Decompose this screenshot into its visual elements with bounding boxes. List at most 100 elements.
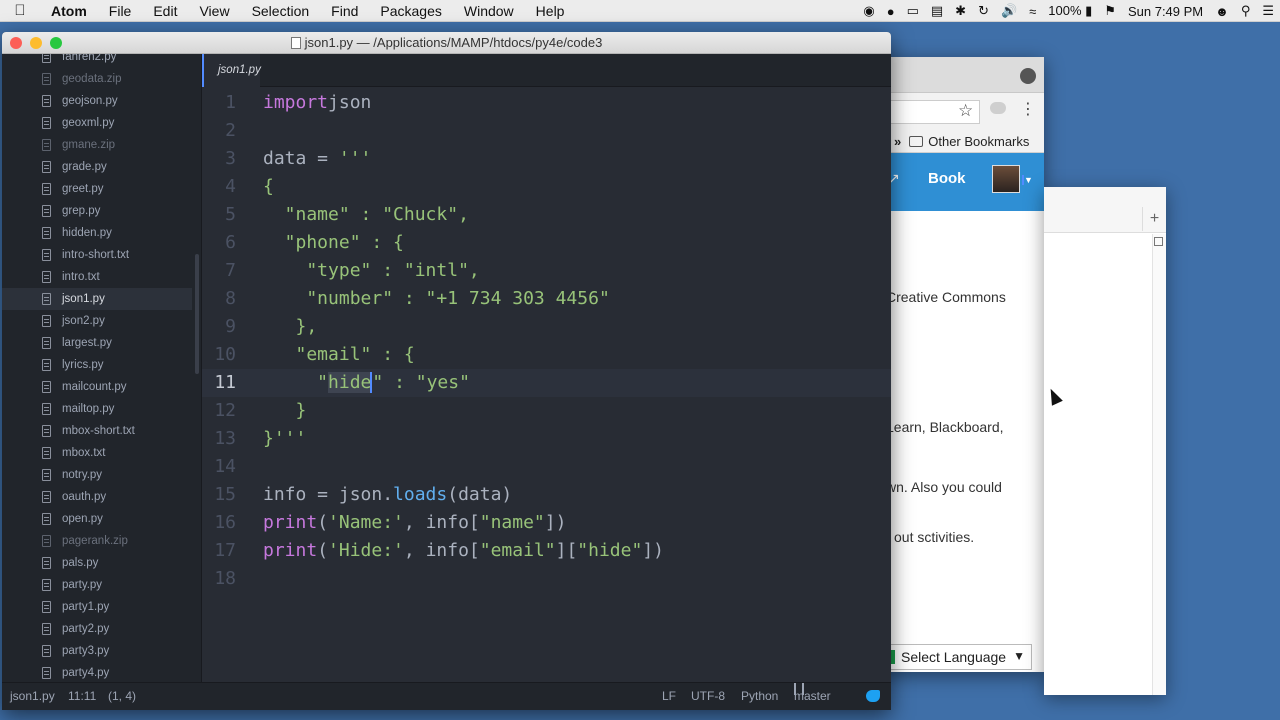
bookmarks-overflow-icon[interactable]: »: [894, 134, 901, 149]
tree-item[interactable]: mailcount.py: [2, 376, 192, 398]
line-number[interactable]: 9: [202, 313, 236, 341]
code-line[interactable]: 11 "hide" : "yes": [202, 369, 891, 397]
code-line[interactable]: 16 print('Name:', info["name"]): [202, 509, 891, 537]
tree-item[interactable]: grade.py: [2, 156, 192, 178]
code-line[interactable]: 1 importjson: [202, 89, 891, 117]
tree-item[interactable]: geojson.py: [2, 90, 192, 112]
status-selection-count[interactable]: (1, 4): [108, 683, 136, 710]
tree-item[interactable]: fahren2.py: [2, 54, 192, 68]
scrollbar[interactable]: [1152, 234, 1166, 695]
caret-down-icon[interactable]: ▼: [1022, 175, 1033, 185]
code-line[interactable]: 4{: [202, 173, 891, 201]
code-line[interactable]: 17 print('Hide:', info["email"]["hide"]): [202, 537, 891, 565]
tree-item[interactable]: hidden.py: [2, 222, 192, 244]
menu-packages[interactable]: Packages: [369, 0, 452, 22]
twitter-bird-icon[interactable]: [866, 690, 880, 702]
scroll-button-icon[interactable]: [1154, 237, 1163, 246]
wifi-icon[interactable]: ≈: [1023, 4, 1042, 19]
nav-book-link[interactable]: Book: [928, 170, 966, 187]
tree-item[interactable]: intro-short.txt: [2, 244, 192, 266]
tree-item[interactable]: pagerank.zip: [2, 530, 192, 552]
tree-item[interactable]: party3.py: [2, 640, 192, 662]
tree-item[interactable]: largest.py: [2, 332, 192, 354]
line-number[interactable]: 6: [202, 229, 236, 257]
code-line[interactable]: 7 "type" : "intl",: [202, 257, 891, 285]
menu-help[interactable]: Help: [525, 0, 576, 22]
chrome-icon[interactable]: ●: [881, 4, 901, 19]
tree-item[interactable]: party1.py: [2, 596, 192, 618]
line-number[interactable]: 7: [202, 257, 236, 285]
status-encoding[interactable]: UTF-8: [691, 683, 725, 710]
code-line[interactable]: 13}''': [202, 425, 891, 453]
flag-icon[interactable]: ⚑: [1098, 3, 1122, 19]
code-line[interactable]: 9 },: [202, 313, 891, 341]
tree-item[interactable]: notry.py: [2, 464, 192, 486]
line-number[interactable]: 18: [202, 565, 236, 593]
tree-item[interactable]: gmane.zip: [2, 134, 192, 156]
clock[interactable]: Sun 7:49 PM: [1122, 4, 1209, 19]
tree-item[interactable]: mailtop.py: [2, 398, 192, 420]
new-tab-icon[interactable]: +: [1142, 207, 1166, 231]
code-line[interactable]: 6 "phone" : {: [202, 229, 891, 257]
menu-edit[interactable]: Edit: [142, 0, 188, 22]
status-cursor-position[interactable]: 11:11: [68, 683, 96, 710]
line-number[interactable]: 12: [202, 397, 236, 425]
menu-selection[interactable]: Selection: [241, 0, 321, 22]
code-line[interactable]: 15 info = json.loads(data): [202, 481, 891, 509]
line-number[interactable]: 2: [202, 117, 236, 145]
cloud-extension-icon[interactable]: [990, 102, 1006, 114]
tree-item[interactable]: greet.py: [2, 178, 192, 200]
tree-item[interactable]: intro.txt: [2, 266, 192, 288]
bluetooth-icon[interactable]: ✱: [949, 3, 972, 19]
tree-scrollbar[interactable]: [195, 254, 199, 374]
line-number[interactable]: 16: [202, 509, 236, 537]
status-line-ending[interactable]: LF: [662, 683, 676, 710]
status-grammar[interactable]: Python: [741, 683, 778, 710]
menu-file[interactable]: File: [98, 0, 143, 22]
code-line[interactable]: 12 }: [202, 397, 891, 425]
tree-item[interactable]: party4.py: [2, 662, 192, 682]
code-line[interactable]: 2: [202, 117, 891, 145]
record-icon[interactable]: ◉: [857, 3, 880, 19]
tab-json1[interactable]: json1.py: [202, 54, 261, 87]
code-line[interactable]: 14: [202, 453, 891, 481]
tree-item[interactable]: party.py: [2, 574, 192, 596]
tree-item[interactable]: party2.py: [2, 618, 192, 640]
tree-item[interactable]: pals.py: [2, 552, 192, 574]
menu-atom[interactable]: Atom: [40, 0, 98, 22]
line-number[interactable]: 8: [202, 285, 236, 313]
tree-item[interactable]: json2.py: [2, 310, 192, 332]
other-bookmarks[interactable]: Other Bookmarks: [928, 134, 1029, 149]
spotlight-search-icon[interactable]: ⚲: [1235, 3, 1257, 19]
menu-find[interactable]: Find: [320, 0, 369, 22]
battery-status[interactable]: 100% ▮: [1042, 3, 1098, 19]
profile-icon[interactable]: [1020, 68, 1036, 84]
tree-item[interactable]: geodata.zip: [2, 68, 192, 90]
line-number[interactable]: 13: [202, 425, 236, 453]
code-line[interactable]: 10 "email" : {: [202, 341, 891, 369]
airplay-icon[interactable]: ▭: [901, 3, 925, 19]
line-number[interactable]: 11: [202, 369, 236, 397]
line-number[interactable]: 15: [202, 481, 236, 509]
tree-item[interactable]: geoxml.py: [2, 112, 192, 134]
tree-item[interactable]: json1.py: [2, 288, 192, 310]
line-number[interactable]: 17: [202, 537, 236, 565]
tree-item[interactable]: open.py: [2, 508, 192, 530]
code-line[interactable]: 8 "number" : "+1 734 303 4456": [202, 285, 891, 313]
browser-menu-icon[interactable]: ⋮: [1020, 99, 1036, 119]
volume-icon[interactable]: 🔊: [995, 3, 1023, 19]
status-file[interactable]: json1.py: [10, 683, 55, 710]
code-line[interactable]: 5 "name" : "Chuck",: [202, 201, 891, 229]
tree-item[interactable]: mbox-short.txt: [2, 420, 192, 442]
time-machine-icon[interactable]: ↻: [972, 3, 995, 19]
menu-window[interactable]: Window: [453, 0, 525, 22]
line-number[interactable]: 5: [202, 201, 236, 229]
line-number[interactable]: 10: [202, 341, 236, 369]
line-number[interactable]: 1: [202, 89, 236, 117]
tree-item[interactable]: oauth.py: [2, 486, 192, 508]
tree-item[interactable]: lyrics.py: [2, 354, 192, 376]
notification-center-icon[interactable]: ☰: [1256, 3, 1280, 19]
line-number[interactable]: 14: [202, 453, 236, 481]
code-line[interactable]: 18: [202, 565, 891, 593]
language-select[interactable]: Select Language ▼: [884, 644, 1032, 670]
